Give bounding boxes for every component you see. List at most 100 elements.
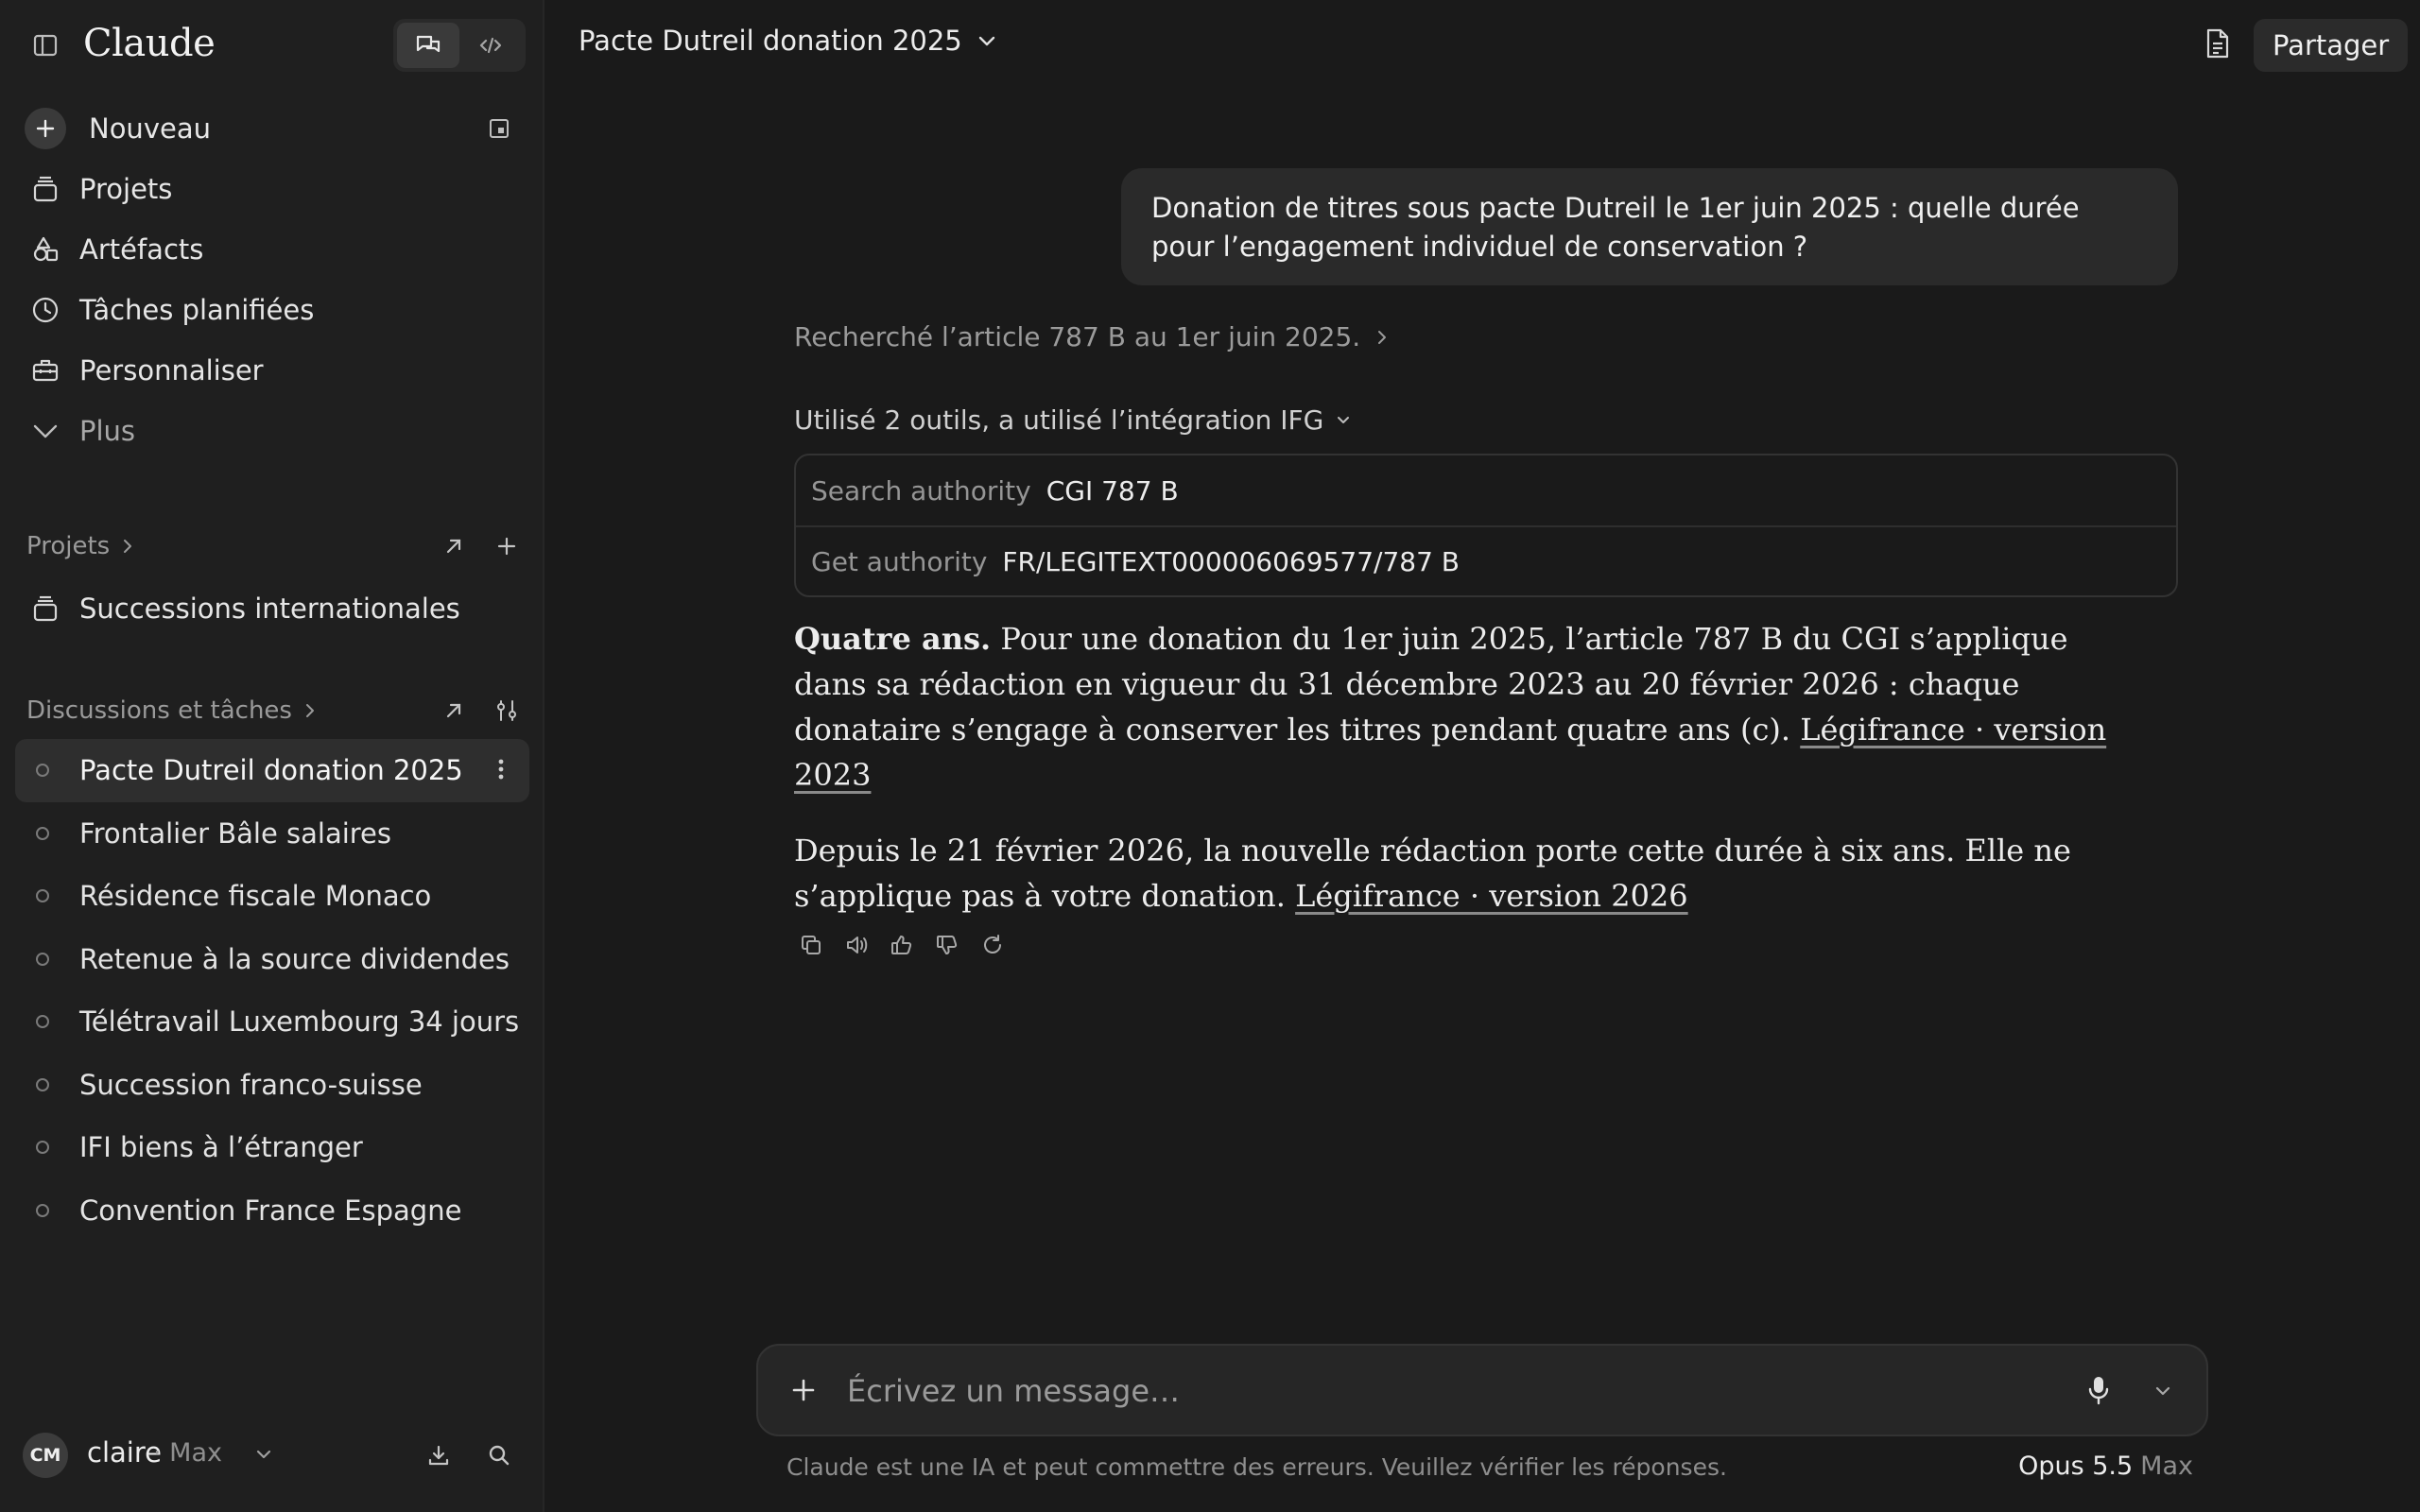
sidebar-item-artifacts[interactable]: Artéfacts: [0, 219, 544, 280]
chat-status-dot: [36, 1015, 49, 1029]
sidebar-item-new[interactable]: Nouveau: [0, 98, 544, 159]
sidebar-toggle-button[interactable]: [26, 26, 64, 64]
composer-options-button[interactable]: [2144, 1372, 2182, 1410]
retry-button[interactable]: [970, 926, 1015, 964]
tool-call-row[interactable]: Get authority FR/LEGITEXT000006069577/78…: [796, 525, 2176, 595]
chat-item-active[interactable]: Pacte Dutreil donation 2025: [15, 739, 529, 802]
chat-status-dot: [36, 952, 49, 966]
model-name: Opus 5.5: [2018, 1452, 2134, 1481]
plus-icon: [792, 1379, 815, 1401]
document-icon: [2206, 28, 2229, 59]
chat-status-dot: [36, 826, 49, 840]
arrow-up-right-icon: [446, 539, 461, 554]
sliders-icon: [497, 700, 516, 721]
chevron-right-icon: [305, 704, 314, 717]
chat-item-label: Télétravail Luxembourg 34 jours: [79, 1005, 520, 1039]
chevron-down-icon[interactable]: [253, 1444, 274, 1465]
chat-status-dot: [36, 1077, 49, 1091]
sidebar-nav: Nouveau Projets Artéfacts Tâches planifi…: [0, 98, 544, 461]
chat-item[interactable]: IFI biens à l’étranger: [15, 1116, 529, 1179]
avatar[interactable]: CM: [23, 1433, 68, 1478]
search-button[interactable]: [480, 1436, 518, 1474]
arrow-up-right-icon: [446, 703, 461, 718]
code-icon: [479, 37, 502, 54]
chevron-down-icon: [26, 412, 64, 450]
project-label: Successions internationales: [79, 593, 460, 625]
tool-argument: FR/LEGITEXT000006069577/787 B: [1002, 545, 1460, 577]
sidebar-toggle-icon: [33, 34, 58, 57]
sidebar-item-label: Projets: [79, 173, 173, 205]
chat-item[interactable]: Succession franco-suisse: [15, 1054, 529, 1117]
code-mode-button[interactable]: [459, 23, 522, 68]
thumbs-up-icon: [891, 936, 912, 954]
tool-call-row[interactable]: Search authority CGI 787 B: [796, 455, 2176, 525]
chat-item[interactable]: Frontalier Bâle salaires: [15, 802, 529, 866]
chat-title-dropdown[interactable]: Pacte Dutreil donation 2025: [579, 25, 998, 57]
sidebar-item-customize[interactable]: Personnaliser: [0, 340, 544, 401]
add-project-button[interactable]: [488, 527, 526, 565]
user-name[interactable]: claire: [87, 1436, 162, 1469]
sidebar-header: Claude: [0, 0, 544, 87]
download-button[interactable]: [420, 1436, 458, 1474]
chats-section-header[interactable]: Discussions et tâches: [26, 690, 518, 731]
chat-item[interactable]: Retenue à la source dividendes: [15, 928, 529, 991]
chevron-right-icon: [1378, 330, 1387, 344]
message-input[interactable]: [847, 1366, 2019, 1416]
answer-paragraph: Quatre ans. Pour une donation du 1er jui…: [794, 616, 2136, 798]
project-item[interactable]: Successions internationales: [26, 582, 460, 635]
open-projects-button[interactable]: [435, 527, 473, 565]
read-aloud-button[interactable]: [834, 926, 879, 964]
document-button[interactable]: [2197, 23, 2238, 64]
chat-mode-button[interactable]: [397, 23, 459, 68]
stack-icon: [26, 590, 64, 627]
message-actions: [788, 926, 1015, 964]
plus-icon: [497, 537, 516, 556]
projects-section-header[interactable]: Projets: [26, 525, 518, 567]
voice-input-button[interactable]: [2078, 1369, 2119, 1411]
new-window-button[interactable]: [480, 110, 518, 147]
section-title: Discussions et tâches: [26, 696, 292, 725]
mode-switch: [393, 19, 526, 72]
kebab-menu-icon: [498, 759, 504, 780]
section-title: Projets: [26, 532, 111, 560]
filter-chats-button[interactable]: [488, 692, 526, 730]
microphone-icon: [2088, 1377, 2109, 1405]
chat-status-dot: [36, 764, 49, 778]
attach-button[interactable]: [783, 1369, 824, 1411]
chat-list: Pacte Dutreil donation 2025 Frontalier B…: [15, 739, 529, 1242]
copy-button[interactable]: [788, 926, 834, 964]
chat-title: Pacte Dutreil donation 2025: [579, 25, 962, 57]
open-chats-button[interactable]: [435, 692, 473, 730]
stack-icon: [26, 170, 64, 208]
chat-item[interactable]: Télétravail Luxembourg 34 jours: [15, 990, 529, 1054]
thumbs-down-button[interactable]: [925, 926, 970, 964]
chat-item-label: Succession franco-suisse: [79, 1068, 423, 1101]
chevron-down-icon: [1338, 416, 1350, 423]
thumbs-up-button[interactable]: [879, 926, 925, 964]
sidebar-item-more[interactable]: Plus: [0, 401, 544, 461]
copy-icon: [802, 936, 821, 954]
legifrance-2026-link[interactable]: Légifrance · version 2026: [1295, 878, 1688, 914]
thought-summary[interactable]: Recherché l’article 787 B au 1er juin 20…: [794, 321, 1391, 352]
speaker-icon: [847, 936, 868, 954]
tool-calls: Search authority CGI 787 B Get authority…: [794, 454, 2178, 597]
clock-icon: [26, 291, 64, 329]
model-selector[interactable]: Opus 5.5 Max: [2018, 1452, 2193, 1481]
assistant-answer: Quatre ans. Pour une donation du 1er jui…: [794, 616, 2136, 919]
sidebar-item-scheduled-tasks[interactable]: Tâches planifiées: [0, 280, 544, 340]
model-tier: Max: [2140, 1452, 2193, 1481]
chat-item[interactable]: Résidence fiscale Monaco: [15, 865, 529, 928]
chat-header: Pacte Dutreil donation 2025 Partager: [546, 0, 2420, 87]
app-logo: Claude: [83, 22, 216, 65]
chat-status-dot: [36, 1141, 49, 1155]
chat-item[interactable]: Convention France Espagne: [15, 1179, 529, 1243]
chat-options-button[interactable]: [484, 752, 518, 786]
tools-summary-text: Utilisé 2 outils, a utilisé l’intégratio…: [794, 404, 1324, 436]
tools-summary[interactable]: Utilisé 2 outils, a utilisé l’intégratio…: [794, 404, 1352, 436]
chevron-down-icon: [2155, 1386, 2170, 1396]
tool-name: Get authority: [811, 545, 988, 577]
plus-icon: [25, 108, 66, 149]
sidebar-item-projects[interactable]: Projets: [0, 159, 544, 219]
toolbox-icon: [26, 352, 64, 389]
share-button[interactable]: Partager: [2254, 19, 2409, 72]
